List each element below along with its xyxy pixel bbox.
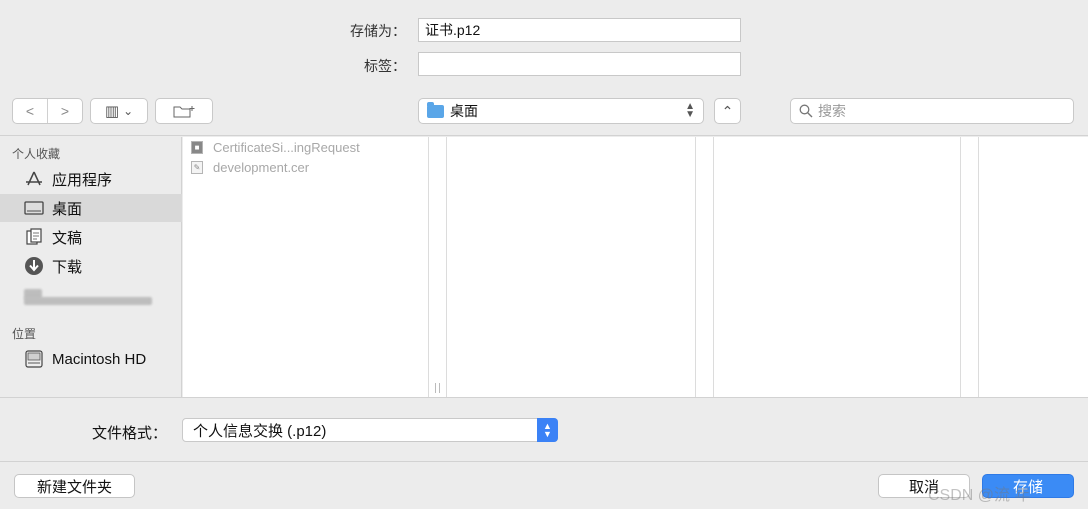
file-browser: ■ CertificateSi...ingRequest ✎ developme… [183,137,1088,397]
format-label: 文件格式： [92,425,168,442]
chevron-right-icon: > [60,103,70,119]
column-divider[interactable] [960,137,961,397]
new-folder-toolbar-button[interactable] [155,98,213,124]
column-divider[interactable] [428,137,429,397]
documents-icon [24,228,44,246]
folder-icon [427,101,444,118]
new-folder-icon [173,106,195,118]
disk-icon [24,350,44,368]
divider [0,461,1088,462]
search-placeholder: 搜索 [818,103,846,119]
save-header [0,0,1088,90]
locations-header: 位置 [12,327,37,341]
chevron-up-icon: ⌃ [721,102,734,119]
chevron-down-icon: ⌄ [123,104,134,118]
tags-input[interactable] [418,52,741,76]
sidebar-item-desktop[interactable]: 桌面 [0,194,182,222]
sidebar-item-label: 下载 [52,258,83,276]
column-divider[interactable] [695,137,696,397]
list-item[interactable]: ✎ development.cer [191,157,309,177]
downloads-icon [24,257,44,275]
view-mode-button[interactable]: ▥ ⌄ [90,98,148,124]
sidebar-item-applications[interactable]: 应用程序 [0,165,182,193]
column-divider [713,137,714,397]
sidebar-item-label: 桌面 [52,200,83,218]
file-name: development.cer [213,159,310,175]
tags-label: 标签： [364,58,406,74]
file-name: CertificateSi...ingRequest [213,139,360,155]
sidebar-item-downloads[interactable]: 下载 [0,252,182,280]
search-icon [799,104,813,118]
certificate-request-icon: ■ [191,140,203,154]
location-popup[interactable]: 桌面 ▲ ▼ [418,98,704,124]
save-as-label: 存储为： [350,23,406,39]
apps-icon [24,170,44,188]
back-button[interactable]: < [13,99,47,123]
new-folder-button[interactable]: 新建文件夹 [14,474,135,498]
format-value: 个人信息交换 (.p12) [193,422,327,440]
updown-icon: ▲ ▼ [685,101,695,120]
nav-back-forward: < > [12,98,83,124]
updown-icon: ▲ ▼ [537,418,558,442]
search-field[interactable]: 搜索 [790,98,1074,124]
watermark: CSDN @流 年 [928,487,1031,504]
sidebar: 个人收藏 应用程序 桌面 文稿 下载 位置 Macintosh HD [0,137,182,397]
sidebar-item-documents[interactable]: 文稿 [0,223,182,251]
column-divider [446,137,447,397]
format-popup[interactable]: 个人信息交换 (.p12) ▲ ▼ [182,418,558,442]
forward-button[interactable]: > [47,99,82,123]
sidebar-item-redacted[interactable] [24,287,154,307]
desktop-icon [24,199,44,217]
sidebar-item-label: 应用程序 [52,171,113,189]
redacted-label [24,297,152,305]
collapse-button[interactable]: ⌃ [714,98,741,124]
chevron-left-icon: < [25,103,35,119]
sidebar-item-label: 文稿 [52,229,83,247]
list-item[interactable]: ■ CertificateSi...ingRequest [191,137,360,157]
location-label: 桌面 [450,103,478,119]
column-resize-grip[interactable] [435,383,436,393]
column-resize-grip [439,383,440,393]
sidebar-item-macintosh-hd[interactable]: Macintosh HD [0,345,182,373]
sidebar-item-label: Macintosh HD [52,350,147,368]
column-divider [978,137,979,397]
certificate-icon: ✎ [191,160,203,174]
save-as-input[interactable]: 证书.p12 [418,18,741,42]
columns-view-icon: ▥ [104,103,120,120]
favorites-header: 个人收藏 [12,147,61,161]
